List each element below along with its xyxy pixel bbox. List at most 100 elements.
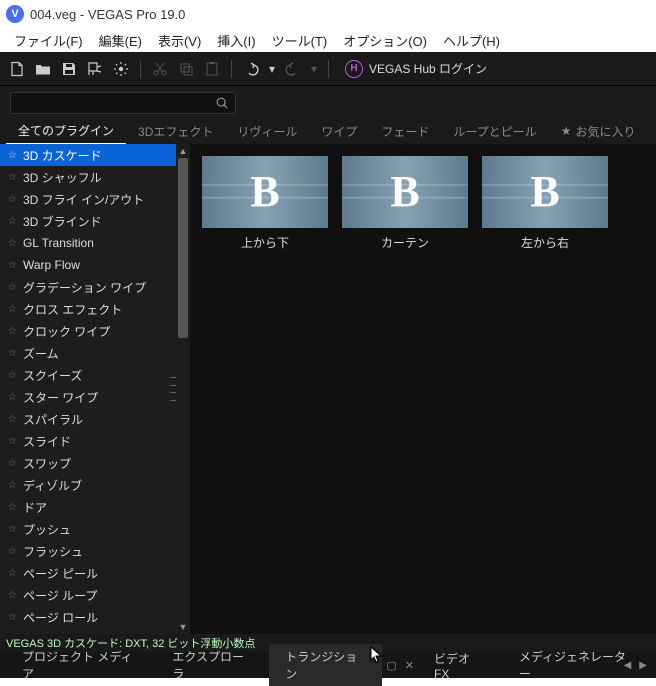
hub-label: VEGAS Hub ログイン (369, 60, 487, 77)
plugin-list[interactable]: ☆3D カスケード☆3D シャッフル ☆ 3D フライ イン/アウト ☆3D ブライン… (0, 144, 190, 634)
star-icon: ☆ (8, 414, 17, 425)
menubar: ファイル(F) 編集(E) 表示(V) 挿入(I) ツール(T) オプション(O… (0, 28, 656, 52)
plugin-label: ページ ループ (23, 587, 97, 604)
properties-icon[interactable] (110, 58, 132, 80)
transition-thumb[interactable]: B カーテン (342, 156, 468, 251)
render-icon[interactable] (84, 58, 106, 80)
plugin-item[interactable]: ☆ページ ロール (0, 606, 190, 628)
plugin-item[interactable]: ☆フラッシュ (0, 540, 190, 562)
plugin-item[interactable]: ☆Warp Flow (0, 254, 190, 276)
scroll-thumb[interactable] (178, 158, 188, 338)
star-icon: ☆ (8, 590, 17, 601)
thumb-label: 上から下 (202, 234, 328, 251)
tab-3d-effects[interactable]: 3Dエフェクト (126, 119, 225, 144)
menu-help[interactable]: ヘルプ(H) (435, 29, 508, 52)
plugin-item[interactable]: ☆グラデーション ワイプ (0, 276, 190, 298)
star-icon: ☆ (8, 194, 17, 205)
star-icon: ☆ (8, 502, 17, 513)
tab-loop-peel[interactable]: ループとピール (441, 119, 548, 144)
plugin-item[interactable]: ☆ドア (0, 496, 190, 518)
star-icon: ☆ (8, 568, 17, 579)
plugin-label: ズーム (23, 345, 59, 362)
save-icon[interactable] (58, 58, 80, 80)
thumbnail-grid: B 上から下 B カーテン B 左から右 (202, 156, 644, 251)
open-icon[interactable] (32, 58, 54, 80)
plugin-item[interactable]: ☆クロック ワイプ (0, 320, 190, 342)
plugin-label: クロス エフェクト (23, 301, 122, 318)
tab-reveal[interactable]: リヴィール (225, 119, 309, 144)
app-icon: V (6, 5, 24, 23)
main-toolbar: ▾ ▾ H VEGAS Hub ログイン (0, 52, 656, 86)
new-icon[interactable] (6, 58, 28, 80)
plugin-item[interactable]: ☆ページ ピール (0, 562, 190, 584)
preview-letter: B (530, 170, 559, 214)
plugin-item[interactable]: ☆プッシュ (0, 518, 190, 540)
menu-tools[interactable]: ツール(T) (264, 29, 336, 52)
plugin-item[interactable]: ☆ ディゾルブ (0, 474, 190, 496)
star-icon: ☆ (8, 304, 17, 315)
undo-icon[interactable] (240, 58, 262, 80)
toolbar-separator (140, 60, 141, 78)
plugin-item[interactable]: ☆ 3D フライ イン/アウト (0, 188, 190, 210)
thumb-preview[interactable]: B (482, 156, 608, 228)
star-icon: ☆ (8, 480, 17, 491)
scroll-up-icon[interactable]: ▲ (176, 144, 190, 158)
tab-wipe[interactable]: ワイプ (309, 119, 369, 144)
plugin-label: スター ワイプ (23, 389, 98, 406)
copy-icon (175, 58, 197, 80)
tab-all-plugins[interactable]: 全てのプラグイン (6, 118, 126, 145)
tab-video-fx[interactable]: ビデオ FX (418, 646, 503, 685)
plugin-label: スクイーズ (23, 367, 82, 384)
plugin-label: ディゾルブ (23, 477, 82, 494)
search-icon (215, 96, 229, 110)
menu-options[interactable]: オプション(O) (335, 29, 435, 52)
plugin-item[interactable]: ☆GL Transition (0, 232, 190, 254)
plugin-label: 3D フライ イン/アウト (23, 191, 144, 208)
thumb-label: 左から右 (482, 234, 608, 251)
search-row (0, 86, 656, 118)
menu-file[interactable]: ファイル(F) (6, 29, 91, 52)
plugin-item[interactable]: ☆ スクイーズ (0, 364, 190, 386)
plugin-item[interactable]: ☆3D カスケード (0, 144, 190, 166)
menu-edit[interactable]: 編集(E) (91, 29, 150, 52)
plugin-item[interactable]: ☆ズーム (0, 342, 190, 364)
plugin-item[interactable]: ☆ スター ワイプ (0, 386, 190, 408)
vegas-hub-button[interactable]: H VEGAS Hub ログイン (337, 58, 495, 80)
menu-view[interactable]: 表示(V) (150, 29, 209, 52)
search-input[interactable] (10, 92, 236, 114)
hub-icon: H (345, 60, 363, 78)
plugin-item[interactable]: ☆ ページ ループ (0, 584, 190, 606)
tab-transitions-label: トランジション (285, 650, 357, 681)
scroll-down-icon[interactable]: ▼ (176, 620, 190, 634)
plugin-item[interactable]: ☆3D シャッフル (0, 166, 190, 188)
undo-dropdown-icon[interactable]: ▾ (266, 58, 278, 80)
star-icon: ☆ (8, 370, 17, 381)
plugin-label: グラデーション ワイプ (23, 279, 146, 296)
plugin-label: スライド (23, 433, 71, 450)
thumb-label: カーテン (342, 234, 468, 251)
plugin-item[interactable]: ☆ クロス エフェクト (0, 298, 190, 320)
tab-close-icon[interactable]: ✕ (401, 659, 418, 672)
plugin-label: プッシュ (23, 521, 71, 538)
tab-nav-left-icon[interactable]: ◀ (621, 660, 635, 671)
tab-favorites[interactable]: ★ お気に入り (549, 119, 648, 144)
window-title: 004.veg - VEGAS Pro 19.0 (30, 7, 185, 22)
star-icon: ☆ (8, 436, 17, 447)
tab-nav-right-icon[interactable]: ▶ (636, 660, 650, 671)
menu-insert[interactable]: 挿入(I) (209, 29, 263, 52)
plugin-item[interactable]: ☆3D ブラインド (0, 210, 190, 232)
panel-tabs: プロジェクト メディア エクスプローラ トランジション ▢ ✕ ビデオ FX メ… (0, 652, 656, 678)
transition-thumb[interactable]: B 左から右 (482, 156, 608, 251)
star-icon: ☆ (8, 392, 17, 403)
tab-fade[interactable]: フェード (369, 119, 441, 144)
thumb-preview[interactable]: B (342, 156, 468, 228)
plugin-item[interactable]: ☆ スライド (0, 430, 190, 452)
plugin-item[interactable]: ☆スパイラル (0, 408, 190, 430)
thumb-preview[interactable]: B (202, 156, 328, 228)
plugin-label: フラッシュ (23, 543, 83, 560)
plugin-item[interactable]: ☆スワップ (0, 452, 190, 474)
redo-dropdown-icon: ▾ (308, 58, 320, 80)
transition-thumb[interactable]: B 上から下 (202, 156, 328, 251)
scrollbar[interactable]: ▲ ▼ (176, 144, 190, 634)
tab-maximize-icon[interactable]: ▢ (382, 659, 400, 672)
